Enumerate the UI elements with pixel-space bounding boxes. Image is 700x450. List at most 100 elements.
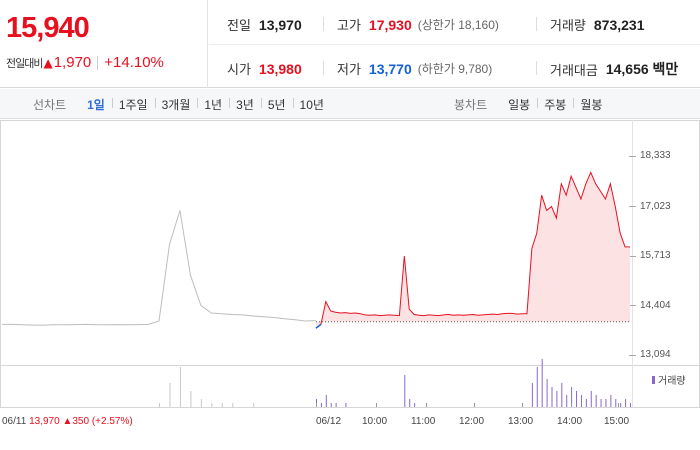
y-tick-label: 15,713 (640, 250, 671, 261)
volume-legend: 거래량 (652, 372, 686, 387)
volume-bar (576, 391, 578, 407)
volume-bar (600, 399, 602, 407)
x-tick-label: 06/12 (316, 416, 342, 427)
volume-bar (330, 403, 332, 407)
x-tick-label: 11:00 (411, 416, 436, 427)
prev-day-close: 13,970 (29, 416, 60, 427)
prev-day-info: 06/11 13,970 ▲350 (+2.57%) (2, 416, 133, 427)
divider (323, 61, 324, 75)
today-area-fill (316, 172, 630, 329)
volume-bar (159, 403, 160, 407)
divider (323, 17, 324, 31)
volume-bar (561, 383, 563, 407)
x-tick-label: 13:00 (508, 416, 534, 427)
volume-bar (325, 395, 327, 407)
stat-trade-amount: 거래대금 14,656 백만 (550, 59, 678, 79)
change-percent: +14.10% (104, 54, 164, 71)
stat-value: 873,231 (593, 16, 645, 33)
x-tick-label: 15:00 (604, 416, 630, 427)
stat-value: 13,970 (258, 16, 302, 33)
chart-toolbar: 선차트 1일 1주일 3개월 1년 3년 5년 10년 봉차트 일봉 주봉 월봉 (0, 89, 700, 119)
volume-bar (546, 379, 548, 407)
divider (209, 44, 700, 45)
divider (97, 55, 99, 70)
x-tick-label: 12:00 (459, 416, 485, 427)
stock-header: 15,940 전일대비 ▲ 1,970 +14.10% 전일 13,970 고가… (0, 0, 700, 88)
prev-day-change: 350 (72, 416, 90, 427)
volume-bar (169, 383, 171, 407)
period-1d[interactable]: 1일 (80, 96, 112, 113)
volume-bar (590, 391, 592, 407)
x-tick-label: 10:00 (362, 416, 388, 427)
stat-sub: (상한가 18,160) (417, 18, 499, 32)
stat-low: 저가 13,770 (하한가 9,780) (337, 59, 492, 78)
change-value: 1,970 (53, 54, 92, 71)
volume-bar (630, 403, 631, 407)
volume-bar (179, 367, 181, 407)
line-chart-periods: 선차트 1일 1주일 3개월 1년 3년 5년 10년 (33, 89, 331, 119)
volume-bar (253, 403, 255, 407)
stat-open: 시가 13,980 (227, 59, 302, 78)
volume-bar (566, 395, 568, 407)
period-1y[interactable]: 1년 (197, 96, 229, 113)
candle-chart-periods: 봉차트 일봉 주봉 월봉 (454, 89, 609, 119)
up-arrow-icon: ▲ (43, 55, 53, 70)
volume-bar (221, 403, 223, 407)
volume-swatch (652, 375, 655, 384)
candle-weekly[interactable]: 주봉 (537, 96, 573, 113)
stat-volume: 거래량 873,231 (550, 15, 645, 34)
volume-bar (625, 399, 627, 407)
volume-bar (409, 399, 411, 407)
prev-day-date: 06/11 (2, 416, 27, 427)
volume-bar (345, 403, 347, 407)
volume-bar (190, 391, 192, 407)
prev-day-arrow: ▲ (62, 416, 73, 427)
stat-value: 13,770 (368, 60, 412, 77)
candle-daily[interactable]: 일봉 (501, 96, 537, 113)
period-3m[interactable]: 3개월 (154, 96, 198, 113)
volume-bar (556, 391, 558, 407)
volume-bar (541, 359, 543, 407)
divider (536, 17, 537, 31)
volume-bar (320, 403, 322, 407)
prev-day-line (2, 210, 317, 326)
change-label: 전일대비 (6, 56, 43, 70)
volume-legend-label: 거래량 (658, 376, 686, 387)
volume-bar (531, 383, 533, 407)
y-tick-label: 14,404 (640, 300, 671, 311)
stat-label: 거래량 (550, 18, 586, 33)
stats-panel: 전일 13,970 고가 17,930 (상한가 18,160) 거래량 873… (209, 0, 700, 88)
volume-bar (211, 403, 213, 407)
period-5y[interactable]: 5년 (260, 96, 293, 113)
volume-bar (595, 395, 597, 407)
current-price: 15,940 (6, 12, 90, 44)
period-1w[interactable]: 1주일 (111, 96, 155, 113)
volume-bar (615, 399, 617, 407)
volume-bar (414, 403, 416, 407)
volume-bar (580, 395, 582, 407)
stat-label: 전일 (227, 18, 251, 33)
x-tick-label: 14:00 (557, 416, 583, 427)
change-row: 전일대비 ▲ 1,970 +14.10% (6, 54, 164, 71)
volume-bar (605, 399, 607, 407)
period-10y[interactable]: 10년 (292, 96, 331, 113)
stat-value: 13,980 (258, 60, 302, 77)
stat-high: 고가 17,930 (상한가 18,160) (337, 15, 499, 34)
stat-label: 시가 (227, 62, 251, 77)
price-block: 15,940 전일대비 ▲ 1,970 +14.10% (0, 0, 208, 88)
candle-chart-title: 봉차트 (454, 97, 488, 112)
volume-bar (610, 395, 612, 407)
volume-bar (620, 403, 622, 407)
volume-bar (404, 375, 406, 407)
period-3y[interactable]: 3년 (229, 96, 261, 113)
stat-value: 14,656 백만 (605, 61, 679, 77)
volume-bar (536, 367, 538, 407)
candle-monthly[interactable]: 월봉 (573, 96, 609, 113)
stat-label: 거래대금 (550, 62, 598, 78)
price-chart[interactable]: 18,333 17,023 15,713 14,404 13,094 거래량 0… (0, 120, 700, 450)
divider (536, 61, 537, 75)
stat-label: 저가 (337, 62, 361, 77)
prev-day-pct: (+2.57%) (91, 416, 133, 427)
volume-bar (551, 387, 553, 407)
stat-label: 고가 (337, 18, 361, 33)
